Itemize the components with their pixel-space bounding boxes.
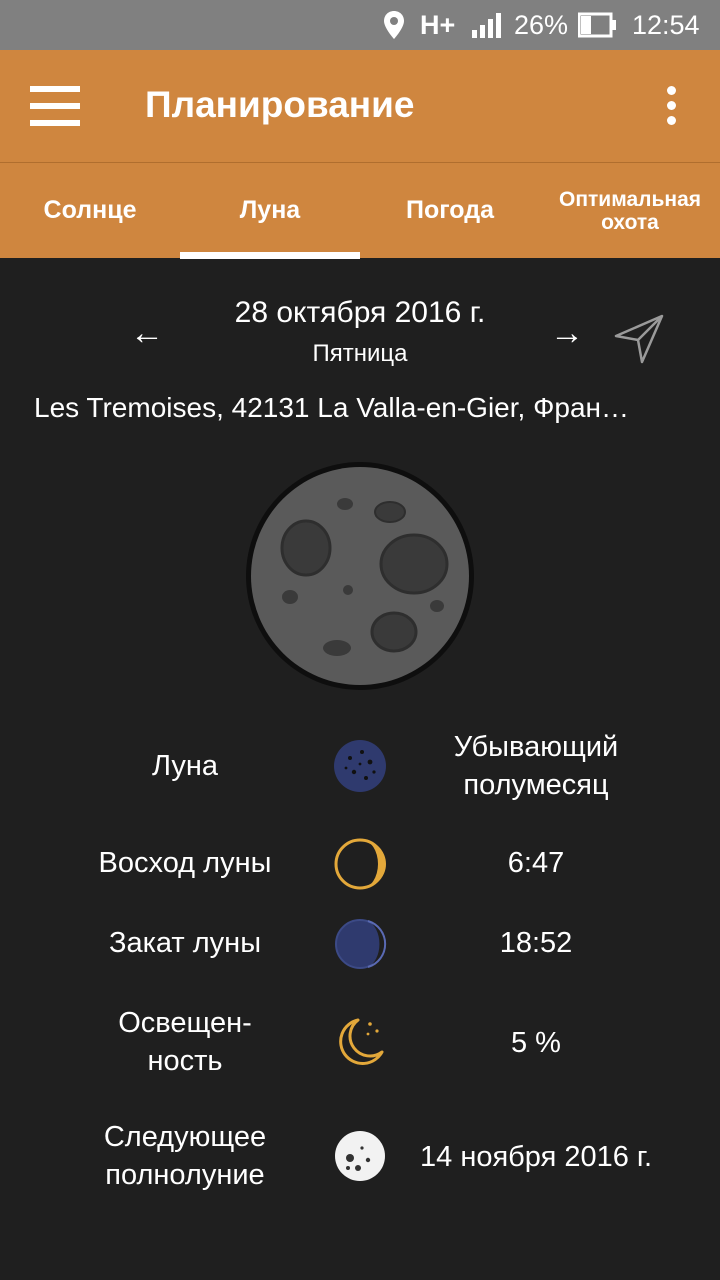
moonset-icon [332, 916, 388, 972]
tab-moon[interactable]: Луна [180, 163, 360, 259]
tab-sun[interactable]: Солнце [0, 163, 180, 259]
battery-icon [578, 0, 618, 50]
full-moon-icon [332, 1128, 388, 1184]
moonrise-icon [332, 836, 388, 892]
moonset-row: Закат луны 18:52 [0, 916, 720, 972]
network-type-indicator: H+ [420, 9, 456, 40]
next-full-moon-row: Следующее полнолуние 14 ноября 2016 г. [0, 1118, 720, 1198]
moonset-label: Закат луны [108, 927, 262, 959]
illumination-row: Освещен-ность 5 % [0, 1004, 720, 1084]
location-text[interactable]: Les Tremoises, 42131 La Valla-en-Gier, Ф… [34, 392, 694, 424]
next-full-moon-label: Следующее полнолуние [103, 1121, 267, 1191]
moonrise-label: Восход луны [98, 847, 272, 879]
moonrise-row: Восход луны 6:47 [0, 836, 720, 892]
illumination-value: 5 % [511, 1027, 561, 1059]
selected-tab-indicator [180, 252, 360, 259]
tab-bar: Солнце Луна Погода Оптимальная охота [0, 162, 720, 259]
page-title: Планирование [145, 84, 415, 125]
moonrise-value: 6:47 [507, 847, 565, 879]
selected-weekday: Пятница [312, 340, 408, 367]
signal-strength-icon [470, 0, 506, 50]
next-full-moon-value: 14 ноября 2016 г. [420, 1141, 652, 1173]
moon-phase-label: Луна [151, 750, 218, 782]
more-options-icon[interactable] [660, 86, 684, 126]
clock: 12:54 [632, 9, 700, 40]
date-navigator: ← 28 октября 2016 г. Пятница → [0, 290, 720, 380]
battery-percent: 26% [514, 9, 569, 40]
moonset-value: 18:52 [499, 927, 573, 959]
app-bar: Планирование [0, 50, 720, 162]
tab-weather[interactable]: Погода [360, 163, 540, 259]
tab-optimal-hunting[interactable]: Оптимальная охота [540, 163, 720, 259]
moon-phase-row: Луна Убывающий полумесяц [0, 728, 720, 804]
hamburger-menu-icon[interactable] [30, 86, 80, 126]
illumination-label: Освещен-ность [118, 1007, 252, 1077]
status-bar: H+ 26% 12:54 [0, 0, 720, 50]
moon-phase-icon [332, 738, 388, 794]
navigation-arrow-icon[interactable] [612, 310, 668, 366]
moon-phase-illustration [244, 460, 476, 692]
crescent-stars-icon [332, 1014, 388, 1070]
selected-date[interactable]: 28 октября 2016 г. [180, 296, 540, 330]
next-day-button[interactable]: → [550, 314, 584, 353]
previous-day-button[interactable]: ← [130, 314, 164, 353]
location-pin-icon [382, 0, 406, 50]
moon-phase-value: Убывающий полумесяц [453, 731, 619, 801]
